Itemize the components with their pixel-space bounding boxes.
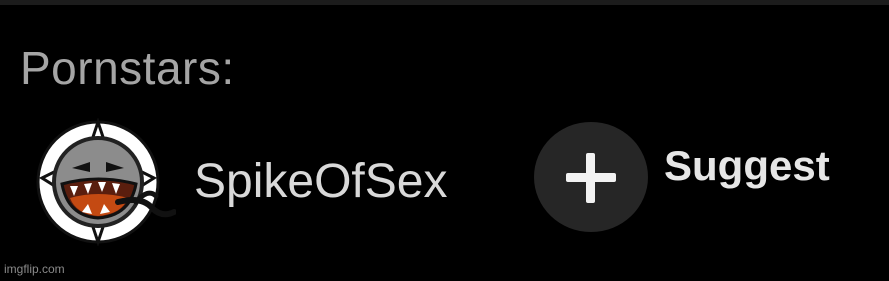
watermark: imgflip.com [4,262,65,276]
plus-icon[interactable] [534,122,648,232]
suggest-button[interactable]: Suggest [534,122,830,232]
pornstars-section-label: Pornstars: [20,42,235,94]
spiked-ball-monster-icon[interactable] [32,118,176,246]
suggest-label[interactable]: Suggest [664,141,830,191]
top-divider [0,0,889,5]
pornstar-name[interactable]: SpikeOfSex [194,153,447,211]
pornstar-item[interactable]: SpikeOfSex [32,118,447,246]
